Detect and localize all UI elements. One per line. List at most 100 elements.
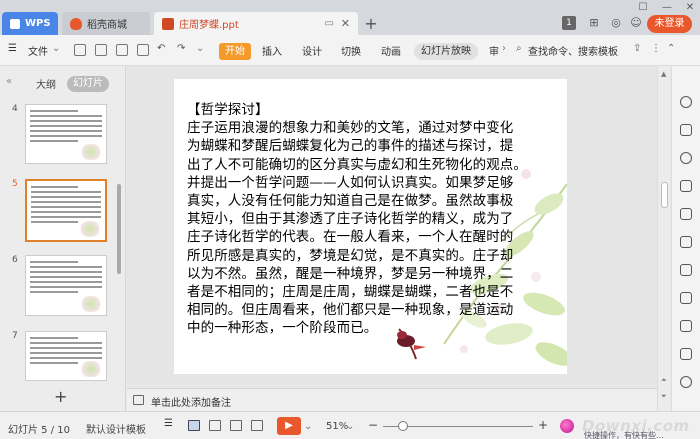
tab-document[interactable]: 庄周梦蝶.ppt ▭ ✕: [154, 12, 358, 35]
window-count-badge[interactable]: 1: [562, 16, 576, 30]
share-icon[interactable]: ⇪: [633, 43, 641, 54]
skin-icon[interactable]: ⊞: [587, 16, 601, 30]
status-bar: 幻灯片 5 / 10 默认设计模板 ☰ ▶ ⌄ 51% ⌄ − + Downxi…: [0, 411, 700, 439]
menu-icon[interactable]: ☰: [8, 43, 17, 54]
flower-decoration-icon: [79, 361, 103, 377]
slide-text-line: 者是不相同的；庄周是庄周，蝴蝶是蝴蝶，二者也是不: [187, 284, 514, 301]
notes-placeholder: 单击此处添加备注: [151, 398, 231, 409]
tab-animation[interactable]: 动画: [381, 43, 401, 58]
flower-decoration-icon: [79, 144, 103, 160]
scroll-up-icon[interactable]: ▲: [661, 70, 666, 78]
redo-icon[interactable]: ↷: [177, 43, 185, 54]
quick-access-dropdown-icon[interactable]: ⌄: [196, 43, 204, 54]
scroll-down-double-icon[interactable]: ⏷: [661, 392, 667, 401]
slide-number: 4: [12, 104, 18, 114]
file-dropdown-icon[interactable]: ⌄: [52, 43, 60, 54]
slide-sorter-view-icon[interactable]: [209, 420, 221, 431]
design-template-name[interactable]: 默认设计模板: [86, 421, 146, 436]
slide-thumbnail-image: [25, 104, 107, 164]
zoom-slider-knob[interactable]: [398, 421, 408, 431]
slide-text-line: 相同的。但庄周看来，他们都只是一种现象，是道运动: [187, 302, 514, 319]
ribbon-more-icon[interactable]: ›: [502, 43, 506, 54]
notes-toggle-icon[interactable]: ☰: [164, 418, 176, 429]
slide-text-line: 以为不然。虽然，醒是一种境界，梦是另一种境界，二: [187, 265, 514, 282]
collapse-ribbon-icon[interactable]: ⌃: [667, 43, 675, 54]
tab-start[interactable]: 开始: [219, 43, 251, 60]
slide-text-line: 出了人不可能确切的区分真实与虚幻和生死物化的观点。: [187, 156, 527, 173]
tab-wps[interactable]: WPS: [2, 12, 58, 35]
adjust-icon[interactable]: [680, 180, 692, 192]
slide-text-line: 所见所感是真实的，梦境是幻觉，是不真实的。庄子却: [187, 247, 514, 264]
tab-docer-store[interactable]: 稻壳商城: [62, 12, 150, 35]
export-pdf-icon[interactable]: [95, 44, 107, 56]
undo-icon[interactable]: ↶: [157, 43, 165, 54]
tab-transition[interactable]: 切换: [341, 43, 361, 58]
more-options-icon[interactable]: ⋮: [651, 43, 661, 54]
slide-text-line: 庄子运用浪漫的想象力和美妙的文笔，通过对梦中变化: [187, 120, 514, 137]
slide-body-text[interactable]: 【哲学探讨】 庄子运用浪漫的想象力和美妙的文笔，通过对梦中变化 为蝴蝶和梦醒后蝴…: [187, 101, 567, 338]
normal-view-icon[interactable]: [188, 420, 200, 431]
tab-insert[interactable]: 插入: [262, 43, 282, 58]
zoom-dropdown-icon[interactable]: ⌄: [346, 421, 354, 432]
tab-design[interactable]: 设计: [302, 43, 322, 58]
copy-icon[interactable]: [680, 124, 692, 136]
slide-panel-scrollbar[interactable]: [117, 184, 121, 274]
file-menu[interactable]: 文件: [28, 43, 48, 58]
tab-review[interactable]: 审: [489, 43, 499, 58]
tab-outline[interactable]: 大纲: [36, 76, 56, 91]
slide-panel: « 大纲 幻灯片 4 5 6 7 +: [0, 66, 126, 411]
window-minimize-icon[interactable]: —: [660, 2, 674, 13]
presenter-view-icon[interactable]: [251, 420, 263, 431]
zoom-in-button[interactable]: +: [538, 418, 548, 432]
vertical-scrollbar[interactable]: ▲ ⏶ ⏷: [657, 66, 670, 411]
new-tab-button[interactable]: +: [362, 14, 380, 33]
scrollbar-thumb[interactable]: [661, 182, 668, 208]
login-button[interactable]: 未登录: [647, 15, 692, 33]
window-restore-icon[interactable]: ☐: [636, 2, 650, 13]
slide-text-line: 为蝴蝶和梦醒后蝴蝶复化为己的事件的描述与探讨，提: [187, 138, 514, 155]
add-slide-button[interactable]: +: [54, 387, 67, 406]
window-close-icon[interactable]: ✕: [683, 2, 697, 13]
help-icon[interactable]: ◎: [609, 16, 623, 30]
tab-docer-store-label: 稻壳商城: [87, 20, 127, 31]
monitor-icon[interactable]: ▭: [325, 18, 334, 29]
zoom-level[interactable]: 51%: [326, 421, 348, 432]
reading-view-icon[interactable]: [230, 420, 242, 431]
play-slideshow-button[interactable]: ▶: [277, 417, 301, 435]
tab-slides[interactable]: 幻灯片: [67, 76, 109, 92]
settings-icon[interactable]: [680, 348, 692, 360]
slide-text-line: 庄子诗化哲学的代表。在一般人看来，一个人在醒时的: [187, 229, 514, 246]
right-tool-rail: [671, 66, 700, 411]
slide-text-line: 其短小，但由于其渗透了庄子诗化哲学的精义，成为了: [187, 211, 514, 228]
play-options-dropdown-icon[interactable]: ⌄: [304, 421, 312, 432]
chart-icon[interactable]: [680, 292, 692, 304]
ppt-file-icon: [162, 17, 174, 30]
slide-text-line: 中的一种形态，一个阶段而已。: [187, 320, 378, 337]
star-icon[interactable]: [680, 96, 692, 108]
slide-text-line: 真实，人没有任何能力知道自己是在做梦。虽然故事极: [187, 193, 514, 210]
slide[interactable]: 【哲学探讨】 庄子运用浪漫的想象力和美妙的文笔，通过对梦中变化 为蝴蝶和梦醒后蝴…: [174, 79, 567, 374]
ribbon: ☰ 文件 ⌄ ↶ ↷ ⌄ 开始 插入 设计 切换 动画 幻灯片放映 审 › ⌕ …: [0, 35, 700, 66]
picture-icon[interactable]: [680, 320, 692, 332]
save-icon[interactable]: [74, 44, 86, 56]
notes-pane[interactable]: 单击此处添加备注: [127, 388, 657, 411]
gallery-icon[interactable]: [680, 208, 692, 220]
zoom-out-button[interactable]: −: [368, 418, 378, 432]
shapes-icon[interactable]: [680, 152, 692, 164]
scroll-up-double-icon[interactable]: ⏶: [661, 376, 667, 385]
command-search[interactable]: 查找命令、搜索模板: [528, 43, 618, 58]
tab-document-label: 庄周梦蝶.ppt: [179, 20, 239, 31]
search-icon: ⌕: [516, 43, 522, 54]
shield-icon[interactable]: [680, 376, 692, 388]
collapse-panel-icon[interactable]: «: [6, 76, 12, 87]
slide-thumbnail-image: [25, 331, 107, 381]
tab-wps-label: WPS: [25, 18, 51, 29]
tab-slideshow[interactable]: 幻灯片放映: [414, 43, 478, 60]
watermark-logo: Downxi.com 快捷操作，有快有些...: [560, 417, 700, 439]
print-icon[interactable]: [116, 44, 128, 56]
close-tab-icon[interactable]: ✕: [341, 17, 350, 30]
template-icon[interactable]: [680, 236, 692, 248]
user-icon[interactable]: ☺: [629, 16, 643, 30]
layout-icon[interactable]: [680, 264, 692, 276]
print-preview-icon[interactable]: [137, 44, 149, 56]
